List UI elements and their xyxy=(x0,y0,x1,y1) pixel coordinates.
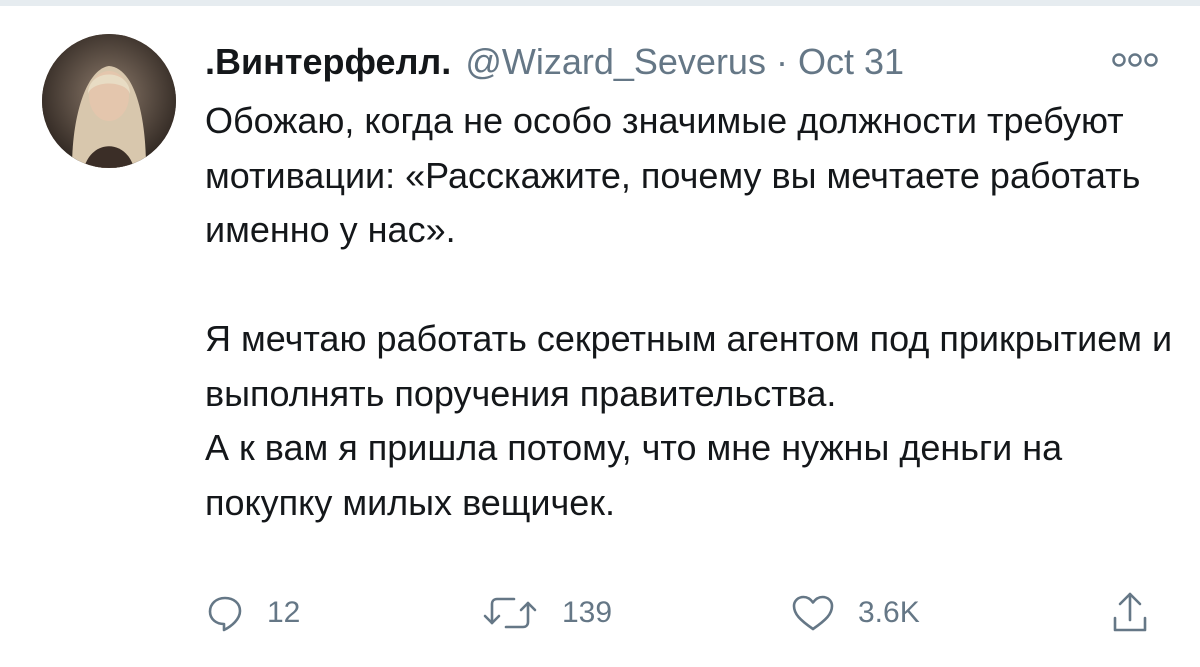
tweet-paragraph: Обожаю, когда не особо значимые должност… xyxy=(205,100,1141,250)
reply-icon xyxy=(208,596,242,632)
avatar[interactable] xyxy=(42,34,176,168)
tweet-text: Обожаю, когда не особо значимые должност… xyxy=(205,94,1180,530)
tweet-paragraph: А к вам я пришла потому, что мне нужны д… xyxy=(205,427,1063,523)
retweet-button[interactable]: 139 xyxy=(480,585,612,641)
display-name[interactable]: .Винтерфелл. xyxy=(205,38,451,86)
share-button[interactable] xyxy=(1110,585,1150,641)
tweet-header: .Винтерфелл. @Wizard_Severus · Oct 31 xyxy=(205,38,904,86)
like-count: 3.6K xyxy=(858,596,920,629)
user-handle[interactable]: @Wizard_Severus xyxy=(465,38,766,86)
heart-icon xyxy=(792,595,834,631)
retweet-count: 139 xyxy=(562,596,613,629)
reply-count: 12 xyxy=(267,596,301,629)
top-divider xyxy=(0,0,1200,6)
share-icon xyxy=(1113,592,1147,632)
tweet-paragraph: Я мечтаю работать секретным агентом под … xyxy=(205,318,1173,414)
reply-button[interactable]: 12 xyxy=(205,585,300,641)
retweet-icon xyxy=(483,597,537,629)
tweet-date[interactable]: Oct 31 xyxy=(798,38,904,86)
like-button[interactable]: 3.6K xyxy=(790,585,920,641)
action-bar: 12 139 3.6K xyxy=(0,585,1200,641)
tweet-paragraph-gap xyxy=(205,258,1180,313)
avatar-image xyxy=(42,34,176,168)
more-options-icon[interactable] xyxy=(1110,50,1160,70)
separator-dot: · xyxy=(775,41,788,82)
